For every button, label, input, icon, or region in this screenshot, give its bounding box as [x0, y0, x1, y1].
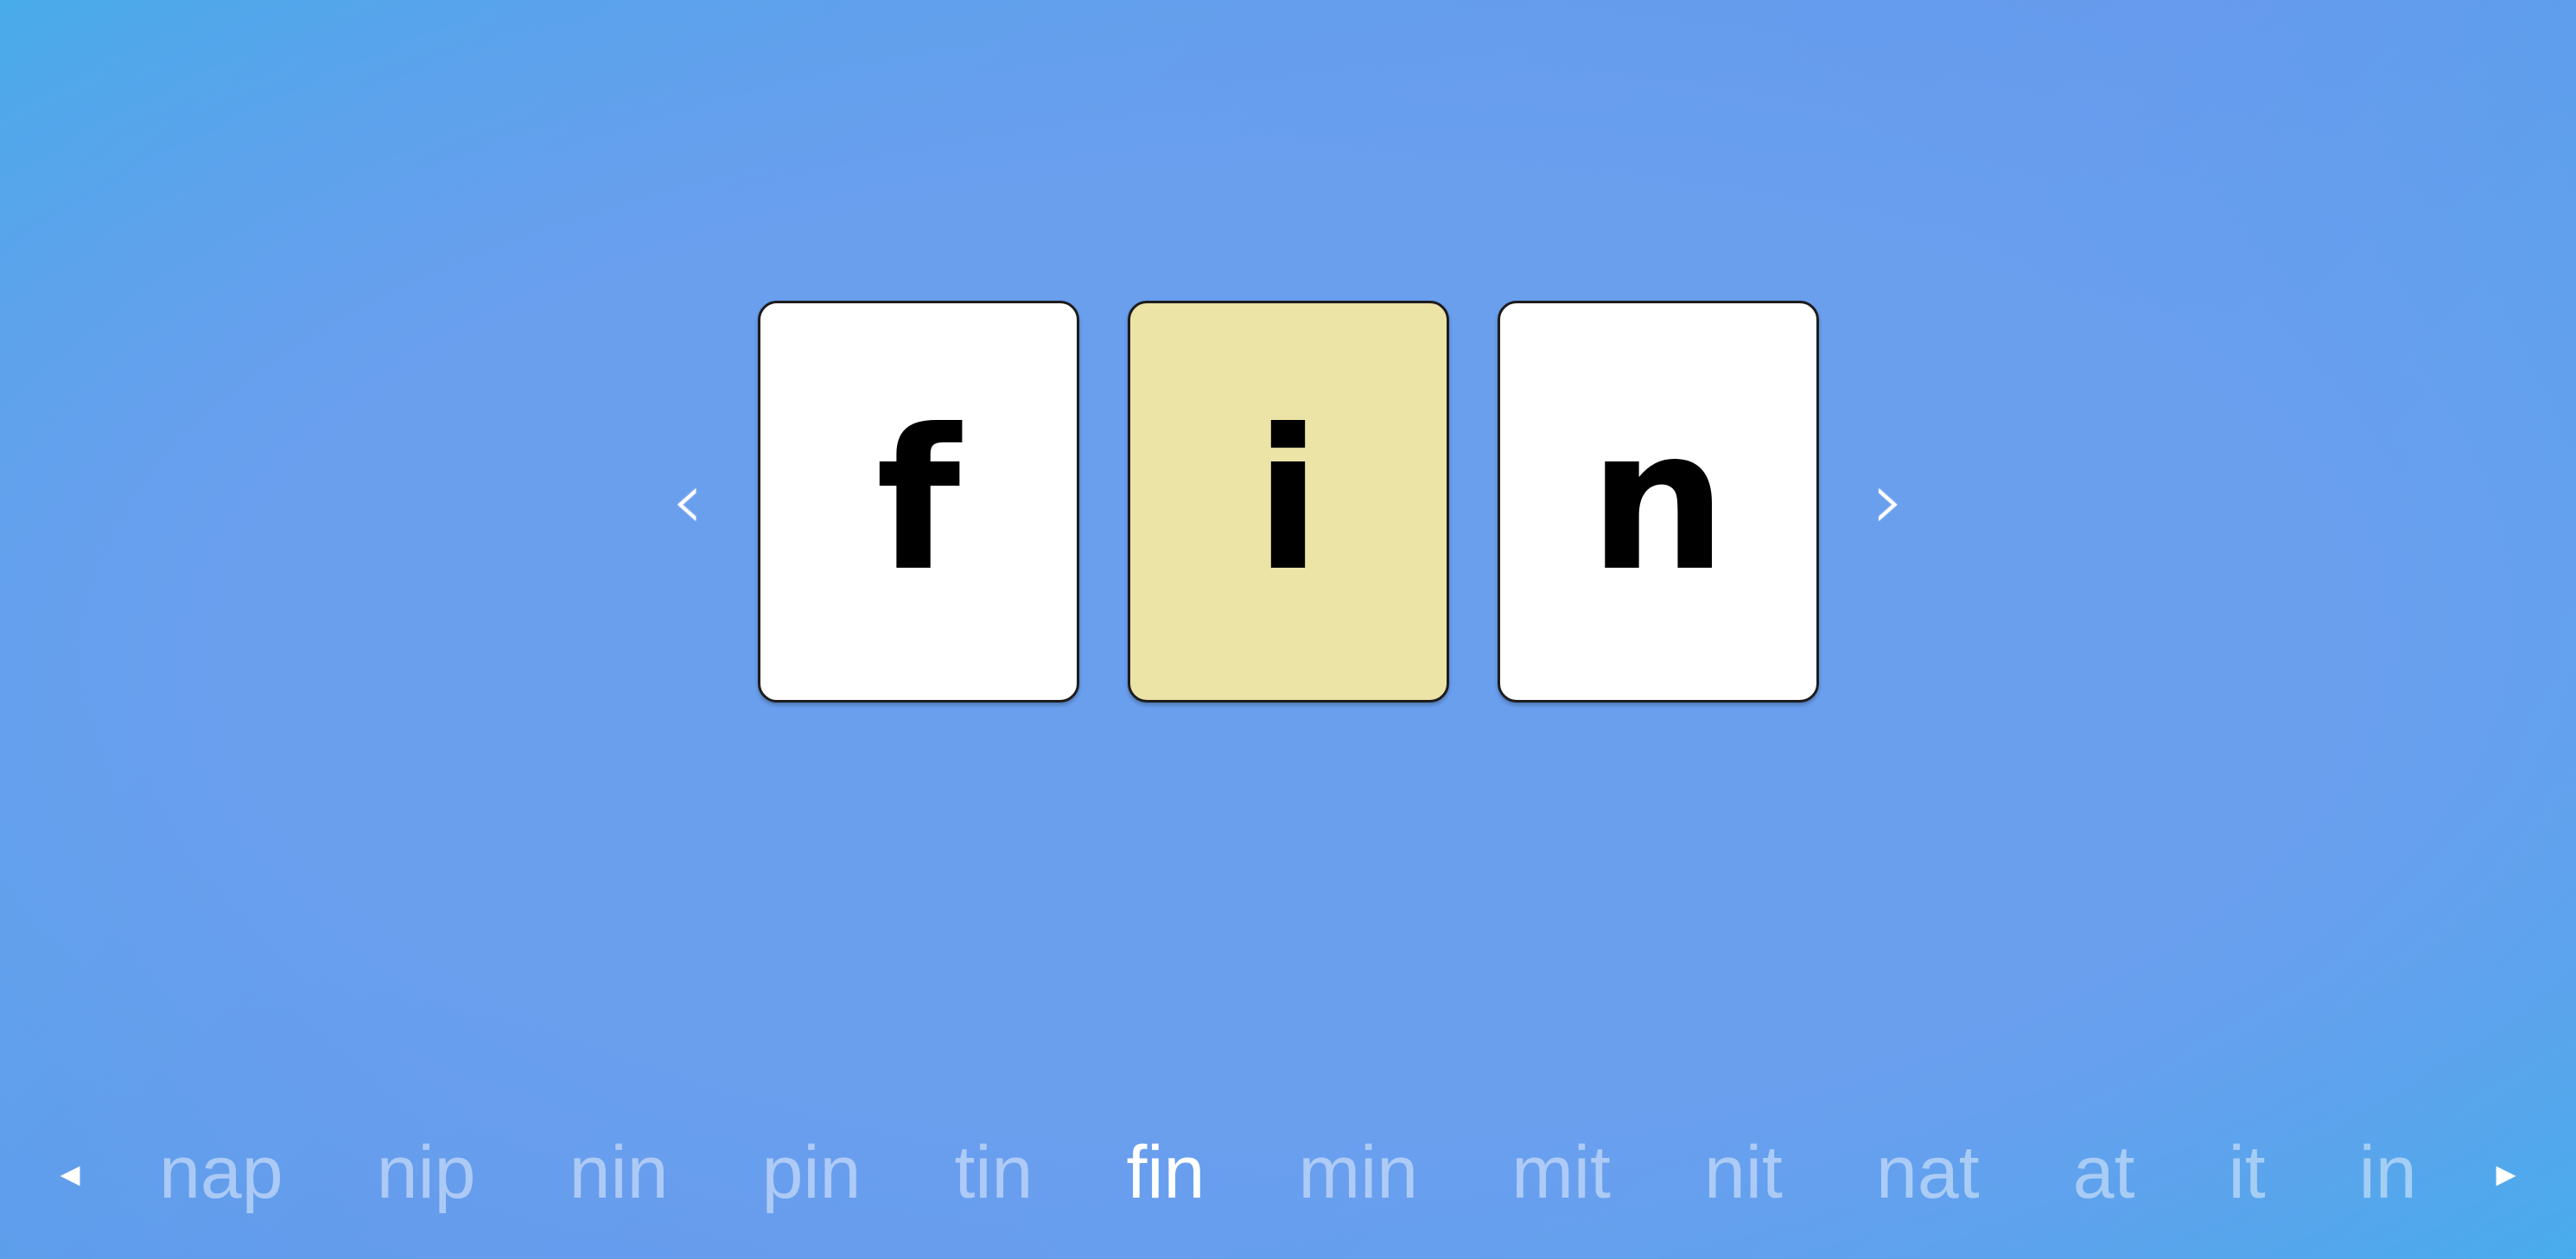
letter-card-glyph: i — [1254, 387, 1322, 614]
word-item[interactable]: min — [1299, 1135, 1419, 1210]
word-item[interactable]: pin — [762, 1135, 862, 1210]
word-item[interactable]: tin — [955, 1135, 1034, 1210]
word-item[interactable]: mit — [1511, 1135, 1611, 1210]
word-item[interactable]: nin — [569, 1135, 669, 1210]
letter-card-glyph: f — [875, 387, 961, 614]
word-strip: ◂ nap nip nin pin tin fin min mit nit nat at it in ▸ — [0, 1086, 2576, 1259]
word-item[interactable]: nat — [1876, 1135, 1980, 1210]
chevron-right-icon[interactable]: › — [1859, 441, 1919, 562]
word-item[interactable]: nap — [159, 1135, 283, 1210]
triangle-left-icon[interactable]: ◂ — [50, 1147, 90, 1199]
letter-card[interactable]: f — [757, 300, 1079, 703]
letter-card-area: ‹ f i n › — [0, 0, 2576, 1002]
letter-card-row: fin — [757, 300, 1819, 703]
word-item[interactable]: it — [2229, 1135, 2266, 1210]
word-item-active[interactable]: fin — [1127, 1135, 1205, 1210]
letter-card[interactable]: n — [1497, 300, 1819, 703]
word-item[interactable]: nit — [1704, 1135, 1783, 1210]
word-list: nap nip nin pin tin fin min mit nit nat at it in — [90, 1135, 2486, 1210]
word-item[interactable]: in — [2359, 1135, 2417, 1210]
triangle-right-icon[interactable]: ▸ — [2486, 1147, 2526, 1199]
word-item[interactable]: at — [2073, 1135, 2135, 1210]
letter-card[interactable]: i — [1127, 300, 1449, 703]
word-item[interactable]: nip — [377, 1135, 476, 1210]
chevron-left-icon[interactable]: ‹ — [658, 441, 718, 562]
letter-card-glyph: n — [1588, 387, 1727, 614]
